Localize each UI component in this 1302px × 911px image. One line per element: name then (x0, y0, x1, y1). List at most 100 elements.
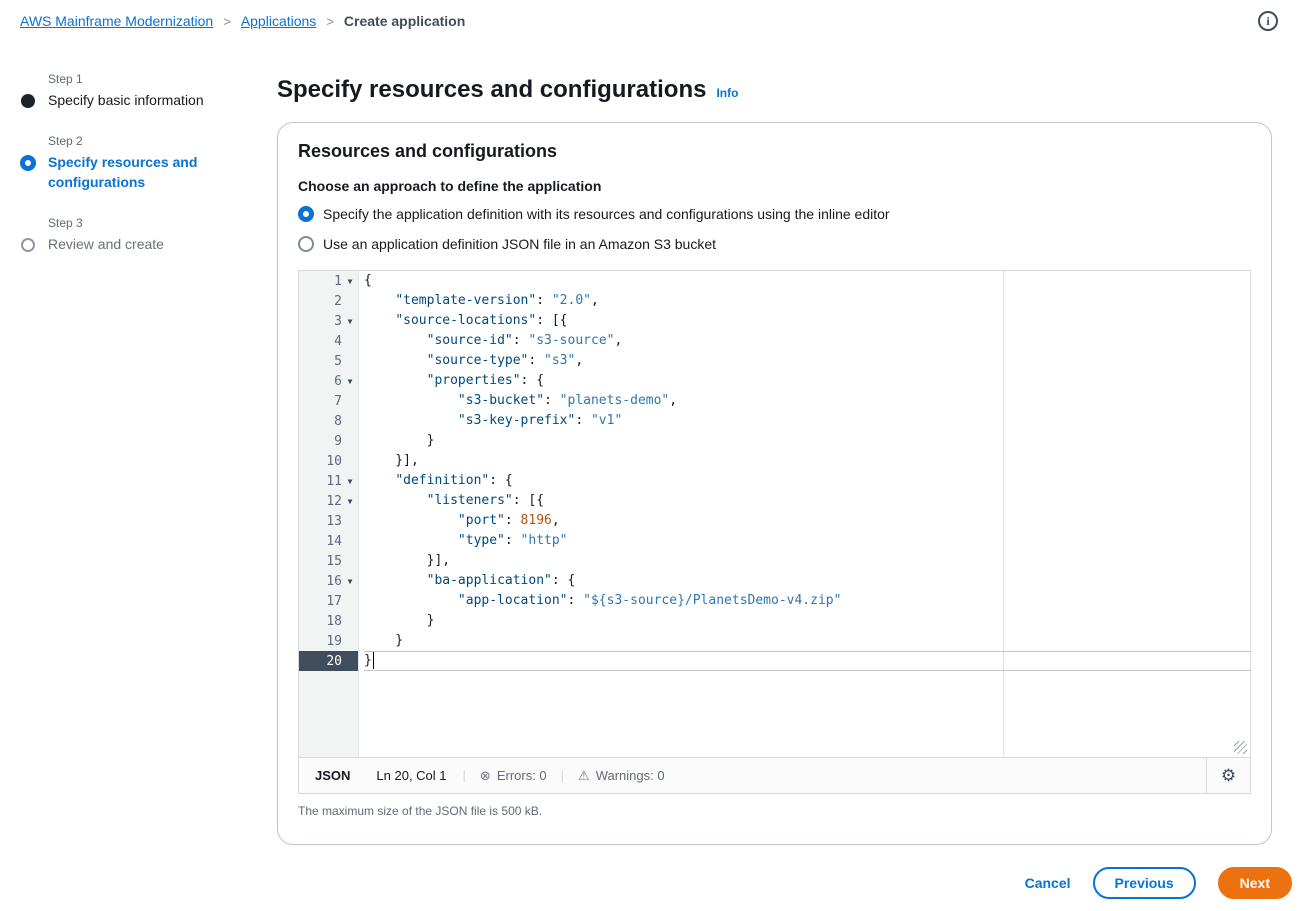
step-item-2[interactable]: Step 2 Specify resources and configurati… (20, 134, 277, 192)
page-info-link[interactable]: Info (716, 86, 738, 100)
code-line-6[interactable]: "properties": { (364, 371, 1250, 391)
code-line-14[interactable]: "type": "http" (364, 531, 1250, 551)
step-number-label: Step 3 (48, 216, 277, 230)
breadcrumb-separator-icon: > (223, 14, 231, 29)
gutter-line-14: 14 (299, 531, 358, 551)
code-line-18[interactable]: } (364, 611, 1250, 631)
next-button[interactable]: Next (1218, 867, 1292, 899)
code-line-5[interactable]: "source-type": "s3", (364, 351, 1250, 371)
gutter-line-13: 13 (299, 511, 358, 531)
code-line-8[interactable]: "s3-key-prefix": "v1" (364, 411, 1250, 431)
step-3-upcoming-dot-icon (21, 238, 35, 252)
radio-option-s3-json-file[interactable]: Use an application definition JSON file … (298, 234, 1251, 254)
gutter-line-8: 8 (299, 411, 358, 431)
code-line-11[interactable]: "definition": { (364, 471, 1250, 491)
resources-configurations-panel: Resources and configurations Choose an a… (277, 122, 1272, 845)
fold-arrow-icon[interactable]: ▼ (342, 377, 358, 386)
fold-arrow-icon[interactable]: ▼ (342, 497, 358, 506)
gear-icon: ⚙ (1221, 766, 1236, 786)
gutter-line-16: 16▼ (299, 571, 358, 591)
code-line-12[interactable]: "listeners": [{ (364, 491, 1250, 511)
gutter-line-9: 9 (299, 431, 358, 451)
code-line-16[interactable]: "ba-application": { (364, 571, 1250, 591)
warning-triangle-icon: ⚠ (578, 768, 590, 784)
cursor-position-indicator: Ln 20, Col 1 (376, 768, 446, 783)
gutter-line-5: 5 (299, 351, 358, 371)
wizard-steps-nav: Step 1 Specify basic information Step 2 … (0, 42, 277, 278)
gutter-line-11: 11▼ (299, 471, 358, 491)
text-cursor (373, 652, 375, 669)
step-number-label: Step 2 (48, 134, 277, 148)
status-divider: | (463, 768, 466, 783)
gutter-line-7: 7 (299, 391, 358, 411)
code-line-2[interactable]: "template-version": "2.0", (364, 291, 1250, 311)
panel-title: Resources and configurations (298, 141, 1251, 162)
breadcrumb-link-applications[interactable]: Applications (241, 13, 317, 29)
step-title[interactable]: Specify basic information (48, 90, 238, 110)
step-title[interactable]: Specify resources and configurations (48, 152, 238, 192)
warnings-count-label: Warnings: 0 (596, 768, 665, 783)
step-item-3[interactable]: Step 3 Review and create (20, 216, 277, 254)
main-content: Specify resources and configurations Inf… (277, 42, 1302, 911)
fold-arrow-icon[interactable]: ▼ (342, 577, 358, 586)
code-line-1[interactable]: { (364, 271, 1250, 291)
fold-arrow-icon[interactable]: ▼ (342, 317, 358, 326)
fold-arrow-icon[interactable]: ▼ (342, 277, 358, 286)
gutter-line-10: 10 (299, 451, 358, 471)
code-lines[interactable]: { "template-version": "2.0", "source-loc… (364, 271, 1250, 671)
info-icon[interactable]: i (1258, 11, 1278, 31)
code-line-19[interactable]: } (364, 631, 1250, 651)
page-title: Specify resources and configurations (277, 76, 706, 104)
step-2-active-dot-icon (20, 155, 36, 171)
step-number-label: Step 1 (48, 72, 277, 86)
gutter-line-18: 18 (299, 611, 358, 631)
gutter-line-20: 20 (299, 651, 358, 671)
code-line-9[interactable]: } (364, 431, 1250, 451)
gutter-line-17: 17 (299, 591, 358, 611)
editor-code-area[interactable]: { "template-version": "2.0", "source-loc… (359, 271, 1250, 757)
editor-line-number-gutter: 1▼23▼456▼7891011▼12▼13141516▼17181920 (299, 271, 359, 757)
editor-body[interactable]: 1▼23▼456▼7891011▼12▼13141516▼17181920 { … (299, 271, 1250, 757)
errors-status: ⊗ Errors: 0 (480, 768, 547, 784)
step-item-1[interactable]: Step 1 Specify basic information (20, 72, 277, 110)
language-indicator: JSON (315, 768, 350, 783)
gutter-line-4: 4 (299, 331, 358, 351)
code-line-13[interactable]: "port": 8196, (364, 511, 1250, 531)
editor-status-bar: JSON Ln 20, Col 1 | ⊗ Errors: 0 | ⚠ Warn… (299, 757, 1250, 793)
gutter-line-19: 19 (299, 631, 358, 651)
status-divider: | (561, 768, 564, 783)
code-editor[interactable]: 1▼23▼456▼7891011▼12▼13141516▼17181920 { … (298, 270, 1251, 794)
code-line-20[interactable]: } (364, 651, 1250, 671)
gutter-line-1: 1▼ (299, 271, 358, 291)
radio-unselected-icon[interactable] (298, 236, 314, 252)
page-layout: Step 1 Specify basic information Step 2 … (0, 42, 1302, 911)
breadcrumb-link-service[interactable]: AWS Mainframe Modernization (20, 13, 213, 29)
gutter-line-3: 3▼ (299, 311, 358, 331)
code-line-4[interactable]: "source-id": "s3-source", (364, 331, 1250, 351)
fold-arrow-icon[interactable]: ▼ (342, 477, 358, 486)
max-size-note: The maximum size of the JSON file is 500… (298, 804, 1251, 818)
errors-icon: ⊗ (480, 768, 491, 784)
code-line-15[interactable]: }], (364, 551, 1250, 571)
gutter-line-12: 12▼ (299, 491, 358, 511)
warnings-status: ⚠ Warnings: 0 (578, 768, 665, 784)
errors-count-label: Errors: 0 (497, 768, 547, 783)
gutter-line-15: 15 (299, 551, 358, 571)
cancel-button[interactable]: Cancel (1025, 875, 1071, 891)
radio-selected-icon[interactable] (298, 206, 314, 222)
editor-resize-handle[interactable] (1234, 741, 1247, 754)
top-bar: AWS Mainframe Modernization > Applicatio… (0, 0, 1302, 42)
radio-option-label: Use an application definition JSON file … (323, 234, 716, 254)
step-title[interactable]: Review and create (48, 234, 238, 254)
code-line-17[interactable]: "app-location": "${s3-source}/PlanetsDem… (364, 591, 1250, 611)
radio-option-inline-editor[interactable]: Specify the application definition with … (298, 204, 1251, 224)
editor-settings-button[interactable]: ⚙ (1206, 758, 1250, 793)
code-line-3[interactable]: "source-locations": [{ (364, 311, 1250, 331)
previous-button[interactable]: Previous (1093, 867, 1196, 899)
gutter-line-6: 6▼ (299, 371, 358, 391)
code-line-7[interactable]: "s3-bucket": "planets-demo", (364, 391, 1250, 411)
breadcrumb-separator-icon: > (326, 14, 334, 29)
breadcrumb-current-page: Create application (344, 13, 465, 29)
gutter-line-2: 2 (299, 291, 358, 311)
code-line-10[interactable]: }], (364, 451, 1250, 471)
